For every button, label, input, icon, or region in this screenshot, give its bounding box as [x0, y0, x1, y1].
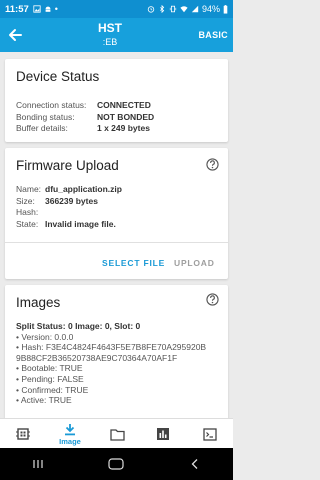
- file-size-row: Size: 366239 bytes: [16, 196, 122, 208]
- upload-state-value: Invalid image file.: [45, 218, 116, 229]
- firmware-details: Name: dfu_application.zip Size: 366239 b…: [16, 184, 122, 230]
- nav-stats[interactable]: [143, 419, 183, 449]
- image-version: • Version: 0.0.0: [16, 331, 74, 342]
- app-bar: HST :EB BASIC: [0, 18, 233, 52]
- device-status-card: Device Status Connection status: CONNECT…: [5, 59, 228, 142]
- vibrate-icon: [169, 5, 177, 13]
- alarm-icon: [147, 6, 155, 13]
- device-title: HST: [98, 21, 122, 35]
- buffer-details-row: Buffer details: 1 x 249 bytes: [16, 123, 154, 135]
- battery-icon: [223, 4, 228, 14]
- file-name-row: Name: dfu_application.zip: [16, 184, 122, 196]
- help-icon[interactable]: [206, 158, 219, 171]
- bonding-status-label: Bonding status:: [16, 111, 75, 122]
- firmware-upload-card: Firmware Upload Name: dfu_application.zi…: [5, 148, 228, 279]
- android-notification-icon: [45, 6, 51, 12]
- home-icon[interactable]: [108, 458, 125, 470]
- firmware-upload-title: Firmware Upload: [16, 158, 119, 173]
- status-time: 11:57: [5, 3, 29, 15]
- content-scroll[interactable]: Device Status Connection status: CONNECT…: [0, 52, 233, 418]
- upload-state-row: State: Invalid image file.: [16, 219, 122, 231]
- system-navigation-bar: [0, 448, 233, 480]
- connection-status-value: CONNECTED: [97, 100, 151, 110]
- bottom-navigation: Image: [0, 418, 233, 448]
- terminal-icon: [203, 427, 217, 441]
- device-info-icon: [16, 428, 30, 440]
- card-divider: [5, 242, 228, 243]
- nav-files[interactable]: [97, 419, 137, 449]
- file-size-label: Size:: [16, 195, 35, 206]
- connection-status-row: Connection status: CONNECTED: [16, 100, 154, 112]
- image-confirmed: • Confirmed: TRUE: [16, 384, 89, 395]
- images-help-icon[interactable]: [206, 293, 219, 306]
- signal-icon: [191, 5, 199, 13]
- recent-apps-icon[interactable]: [32, 458, 44, 470]
- nav-image[interactable]: Image: [50, 419, 90, 449]
- device-status-details: Connection status: CONNECTED Bonding sta…: [16, 100, 154, 135]
- basic-mode-button[interactable]: BASIC: [198, 30, 228, 40]
- nav-image-label: Image: [59, 436, 81, 446]
- image-hash: • Hash: F3E4C4824F4643F5E7B8FE70A295920B: [16, 342, 207, 353]
- buffer-details-value: 1 x 249 bytes: [97, 123, 150, 133]
- upload-button[interactable]: UPLOAD: [174, 258, 215, 268]
- wifi-icon: [180, 6, 188, 13]
- file-size-value: 366239 bytes: [45, 195, 98, 206]
- more-dots-icon: •: [54, 4, 58, 14]
- nav-device[interactable]: [3, 419, 43, 449]
- image-hash-continued: 9B88CF2B36520738AE9C70364A70AF1F: [16, 352, 178, 363]
- bluetooth-icon: [160, 5, 165, 13]
- images-card: Images Split Status: 0 Image: 0, Slot: 0…: [5, 285, 228, 418]
- images-details: Split Status: 0 Image: 0, Slot: 0 • Vers…: [16, 321, 206, 406]
- device-subtitle: :EB: [102, 37, 118, 47]
- status-bar: 11:57 • 94%: [0, 0, 233, 18]
- upload-state-label: State:: [16, 218, 39, 229]
- image-notification-icon: [33, 5, 41, 13]
- file-hash-label: Hash:: [16, 207, 39, 217]
- image-bootable: • Bootable: TRUE: [16, 363, 83, 374]
- back-arrow-icon[interactable]: [6, 26, 24, 44]
- split-status: Split Status: 0: [16, 321, 73, 331]
- bonding-status-value: NOT BONDED: [97, 111, 155, 122]
- connection-status-label: Connection status:: [16, 100, 87, 110]
- title-block: HST :EB: [50, 21, 170, 47]
- system-back-icon[interactable]: [189, 458, 201, 470]
- device-status-title: Device Status: [16, 69, 100, 84]
- bonding-status-row: Bonding status: NOT BONDED: [16, 112, 154, 124]
- battery-percent: 94%: [201, 4, 220, 14]
- file-name-label: Name:: [16, 184, 42, 194]
- download-icon: [65, 423, 75, 435]
- file-name-value: dfu_application.zip: [45, 184, 122, 194]
- bar-chart-icon: [157, 428, 169, 440]
- image-active: • Active: TRUE: [16, 395, 72, 406]
- select-file-button[interactable]: SELECT FILE: [102, 258, 165, 268]
- system-icons: 94%: [147, 4, 228, 14]
- image-pending: • Pending: FALSE: [16, 373, 84, 384]
- file-hash-row: Hash:: [16, 207, 122, 219]
- images-title: Images: [16, 295, 61, 310]
- image-slot: Image: 0, Slot: 0: [75, 321, 141, 331]
- nav-shell[interactable]: [190, 419, 230, 449]
- notification-icons: •: [33, 4, 58, 14]
- buffer-details-label: Buffer details:: [16, 123, 68, 133]
- folder-icon: [109, 428, 125, 441]
